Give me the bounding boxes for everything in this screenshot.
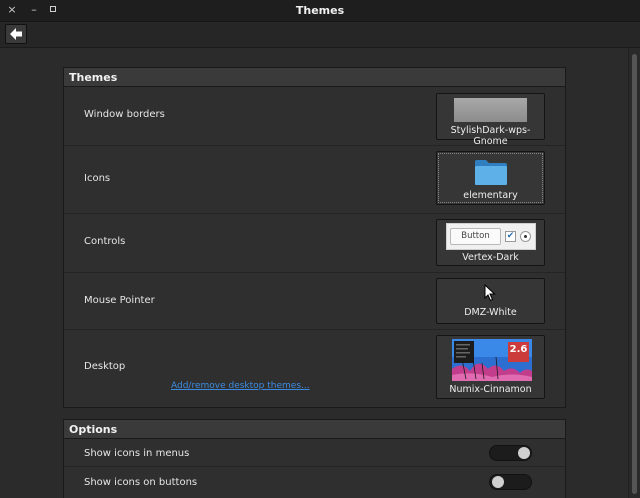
desktop-theme-button[interactable]: 2.6 Numix-Cinnamon: [436, 335, 545, 399]
toolbar: [0, 22, 640, 48]
preview-checkbox-icon: ✔: [505, 231, 516, 242]
icons-row: Icons elementary: [64, 147, 565, 214]
themes-section: Themes Window borders StylishDark-wps-Gn…: [63, 67, 566, 408]
preview-button: Button: [450, 228, 501, 245]
show-icons-on-buttons-toggle[interactable]: [489, 474, 532, 490]
mouse-pointer-theme-name: DMZ-White: [464, 307, 517, 318]
toggle-knob: [492, 476, 504, 488]
window-border-preview: [454, 98, 527, 122]
desktop-label: Desktop: [84, 361, 126, 372]
show-icons-in-menus-toggle[interactable]: [489, 445, 532, 461]
mouse-pointer-theme-button[interactable]: DMZ-White: [436, 278, 545, 324]
back-button[interactable]: [5, 24, 27, 44]
add-remove-desktop-themes-link[interactable]: Add/remove desktop themes...: [171, 381, 310, 391]
window-title: Themes: [295, 4, 345, 17]
show-icons-in-menus-row: Show icons in menus: [64, 440, 565, 467]
icons-theme-button[interactable]: elementary: [436, 151, 545, 205]
back-arrow-icon: [10, 28, 22, 40]
controls-theme-name: Vertex-Dark: [462, 252, 519, 263]
desktop-version-badge: 2.6: [509, 344, 528, 355]
icons-theme-name: elementary: [463, 190, 518, 201]
show-icons-in-menus-label: Show icons in menus: [84, 448, 190, 459]
show-icons-on-buttons-label: Show icons on buttons: [84, 477, 198, 488]
vertical-scrollbar[interactable]: [628, 48, 640, 498]
options-section-header: Options: [64, 420, 565, 439]
themes-section-header: Themes: [64, 68, 565, 87]
title-bar: × – Themes: [0, 0, 640, 22]
controls-row: Controls Button ✔ Vertex-Dark: [64, 215, 565, 273]
controls-preview: Button ✔: [446, 223, 536, 250]
icons-label: Icons: [84, 173, 111, 184]
mouse-pointer-label: Mouse Pointer: [84, 295, 155, 306]
window-borders-label: Window borders: [84, 109, 165, 120]
options-section: Options Show icons in menus Show icons o…: [63, 419, 566, 498]
preview-radio-icon: [520, 231, 531, 242]
window-borders-theme-button[interactable]: StylishDark-wps-Gnome: [436, 93, 545, 147]
controls-label: Controls: [84, 236, 126, 247]
desktop-theme-name: Numix-Cinnamon: [449, 384, 532, 395]
controls-theme-button[interactable]: Button ✔ Vertex-Dark: [436, 219, 545, 266]
toggle-knob: [518, 447, 530, 459]
settings-content: Themes Window borders StylishDark-wps-Gn…: [0, 48, 628, 498]
mouse-pointer-row: Mouse Pointer DMZ-White: [64, 274, 565, 330]
window-borders-row: Window borders StylishDark-wps-Gnome: [64, 88, 565, 147]
folder-icon: [475, 160, 507, 185]
mouse-pointer-icon: [484, 284, 496, 302]
desktop-row: Desktop Add/remove desktop themes... 2.6: [64, 331, 565, 407]
scrollbar-thumb[interactable]: [632, 54, 637, 494]
show-icons-on-buttons-row: Show icons on buttons: [64, 468, 565, 498]
window-borders-theme-name: StylishDark-wps-Gnome: [450, 125, 531, 147]
